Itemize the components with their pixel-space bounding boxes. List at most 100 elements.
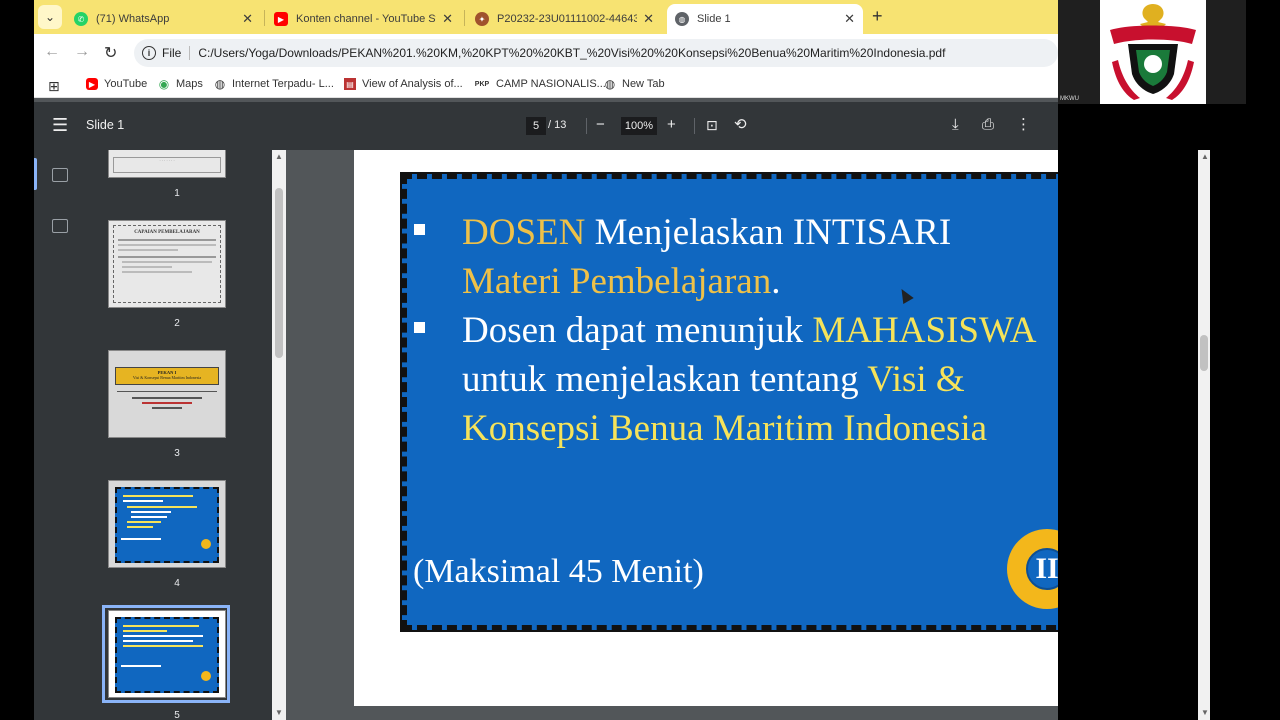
bullet-icon	[414, 224, 425, 235]
toolbar-divider	[694, 118, 695, 134]
reload-button[interactable]: ↻	[104, 43, 117, 63]
webcam-participant-name: MKWU	[1060, 96, 1079, 102]
thumbnail-line	[123, 630, 167, 632]
scroll-up-icon[interactable]: ▲	[1201, 152, 1209, 161]
pdf-page: DOSEN Menjelaskan INTISARI Materi Pembel…	[354, 150, 1058, 706]
unhas-emblem-icon	[1110, 4, 1196, 100]
slide-keyword-mahasiswa: MAHASISWA	[812, 310, 1037, 351]
tab-youtube-studio[interactable]: ▶ Konten channel - YouTube Studio ✕	[266, 4, 461, 34]
pdf-title: Slide 1	[86, 118, 125, 132]
bookmark-camp-nasionalis[interactable]: PKP CAMP NASIONALIS...	[474, 78, 606, 90]
thumbnail-number: 4	[174, 578, 180, 589]
file-scheme-label: File	[162, 46, 191, 60]
pkp-icon: PKP	[474, 80, 490, 88]
thumbnail-subtitle: Visi & Konsepsi Benua Maritim Indonesia	[132, 375, 202, 380]
chevron-down-icon: ⌄	[44, 10, 56, 24]
thumbnail-number: 3	[174, 448, 180, 459]
whatsapp-icon: ✆	[74, 12, 88, 26]
youtube-icon: ▶	[274, 12, 288, 26]
bookmark-label: New Tab	[622, 78, 665, 90]
thumbnail-line	[123, 635, 203, 637]
rotate-icon: ⟲	[734, 116, 747, 133]
tab-label: Slide 1	[697, 13, 731, 25]
outline-view-icon[interactable]	[52, 219, 68, 233]
forward-button[interactable]: →	[74, 43, 90, 61]
url-text[interactable]: C:/Users/Yoga/Downloads/PEKAN%201.%20KM,…	[198, 46, 945, 60]
arrow-right-icon: →	[74, 43, 90, 60]
page-number-input[interactable]: 5	[526, 117, 546, 135]
browser-toolbar: ← → ↻ i File C:/Users/Yoga/Downloads/PEK…	[34, 34, 1058, 72]
bookmark-label: CAMP NASIONALIS...	[496, 78, 606, 90]
scroll-down-icon[interactable]: ▼	[1201, 708, 1209, 717]
download-button[interactable]: ⤓	[952, 116, 959, 134]
page-total: / 13	[548, 119, 567, 131]
slide-footer-duration: (Maksimal 45 Menit)	[413, 553, 704, 590]
plus-icon: +	[872, 6, 883, 26]
slide-line-3: Dosen dapat menunjuk MAHASISWA	[462, 307, 1036, 355]
bookmark-label: Internet Terpadu- L...	[232, 78, 334, 90]
address-bar[interactable]: i File C:/Users/Yoga/Downloads/PEKAN%201…	[134, 39, 1058, 67]
zoom-out-button[interactable]: −	[596, 116, 605, 134]
thumbnail-page-2[interactable]: CAPAIAN PEMBELAJARAN	[108, 220, 226, 308]
thumbnail-number: 2	[174, 318, 180, 329]
zoom-in-button[interactable]: +	[667, 116, 676, 134]
thumbnail-line	[118, 239, 216, 241]
close-icon[interactable]: ✕	[643, 11, 654, 27]
close-icon[interactable]: ✕	[242, 11, 253, 27]
tab-whatsapp[interactable]: ✆ (71) WhatsApp ✕	[66, 4, 261, 34]
print-icon: ⎙	[982, 116, 995, 133]
apps-button[interactable]: ⊞	[48, 78, 60, 95]
tab-slide-1[interactable]: ◍ Slide 1 ✕	[667, 4, 863, 34]
close-icon[interactable]: ✕	[442, 11, 453, 27]
thumbnail-line	[123, 495, 193, 497]
thumbnail-page-4[interactable]	[108, 480, 226, 568]
tab-unhas-document[interactable]: ✦ P20232-23U01111002-446431443 ✕	[467, 4, 662, 34]
thumbnail-scrollbar[interactable]: ▲ ▼	[272, 150, 286, 720]
bookmark-new-tab[interactable]: ◍ New Tab	[604, 77, 665, 91]
bookmark-youtube[interactable]: ▶ YouTube	[86, 78, 147, 90]
bookmark-view-of-analysis[interactable]: ▤ View of Analysis of...	[344, 78, 463, 90]
slide-content: DOSEN Menjelaskan INTISARI Materi Pembel…	[400, 172, 1058, 632]
thumbnail-badge	[201, 671, 211, 681]
thumbnail-slide	[115, 617, 219, 693]
apps-grid-icon: ⊞	[48, 78, 60, 94]
bookmark-label: YouTube	[104, 78, 148, 90]
toolbar-divider	[586, 118, 587, 134]
bookmark-maps[interactable]: ◉ Maps	[158, 77, 203, 91]
bookmark-internet-terpadu[interactable]: ◍ Internet Terpadu- L...	[214, 77, 334, 91]
more-options-button[interactable]: ⋮	[1016, 116, 1031, 134]
tab-divider	[264, 10, 265, 26]
close-icon[interactable]: ✕	[844, 11, 855, 27]
thumbnail-page-1[interactable]: · · · · · · ·	[108, 150, 226, 178]
thumbnail-text	[117, 391, 217, 413]
scroll-down-icon[interactable]: ▼	[275, 708, 283, 717]
thumbnails-view-icon[interactable]	[52, 168, 68, 182]
rotate-button[interactable]: ⟲	[734, 116, 747, 134]
thumbnail-title: CAPAIAN PEMBELAJARAN	[134, 230, 200, 235]
maps-pin-icon: ◉	[158, 77, 170, 91]
page-scrollbar-thumb[interactable]	[1200, 335, 1208, 371]
thumbnail-line	[122, 266, 172, 268]
slide-line-5: Konsepsi Benua Maritim Indonesia	[462, 408, 988, 449]
page-scrollbar[interactable]: ▲ ▼	[1198, 150, 1210, 720]
thumbnail-line	[123, 640, 193, 642]
bookmark-label: Maps	[176, 78, 203, 90]
bullet-icon	[414, 322, 425, 333]
thumbnail-page-3[interactable]: PEKAN I Visi & Konsepsi Benua Maritim In…	[108, 350, 226, 438]
zoom-input[interactable]: 100%	[621, 117, 657, 135]
fit-to-page-button[interactable]: ⊡	[706, 116, 718, 134]
thumbnail-scrollbar-thumb[interactable]	[275, 188, 283, 358]
thumbnail-content: · · · · · · ·	[113, 157, 221, 173]
thumbnail-number: 1	[174, 188, 180, 199]
thumbnail-line	[123, 625, 199, 627]
info-icon[interactable]: i	[142, 46, 156, 60]
tab-search-button[interactable]: ⌄	[38, 5, 62, 29]
new-tab-button[interactable]: +	[872, 6, 883, 27]
back-button[interactable]: ←	[44, 43, 60, 61]
sidebar-toggle-button[interactable]: ☰	[52, 116, 68, 134]
thumbnail-line	[127, 521, 161, 523]
thumbnail-page-5[interactable]	[108, 610, 226, 698]
print-button[interactable]: ⎙	[982, 116, 994, 134]
thumbnail-line	[121, 665, 161, 667]
scroll-up-icon[interactable]: ▲	[275, 152, 283, 161]
